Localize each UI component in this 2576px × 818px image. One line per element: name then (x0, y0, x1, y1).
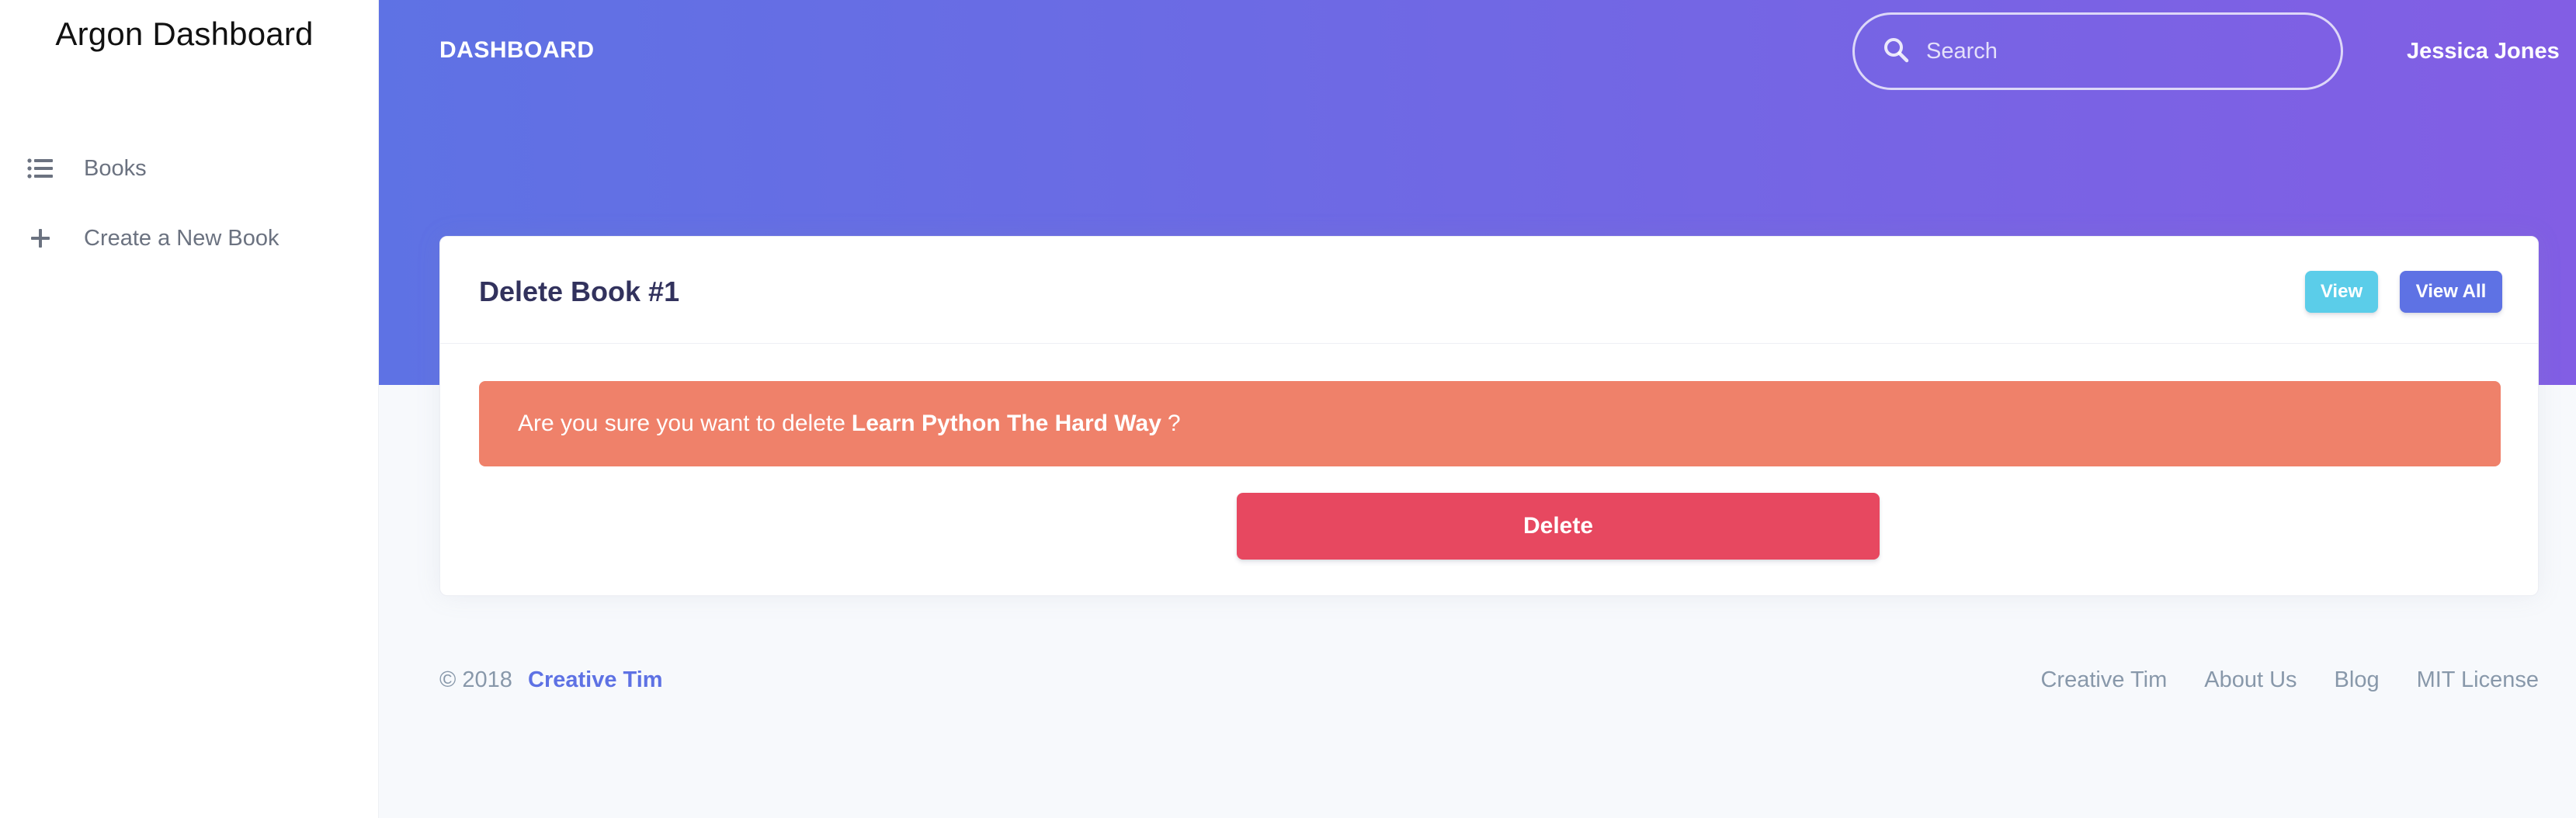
search-bar[interactable] (1852, 12, 2343, 90)
delete-book-card: Delete Book #1 View View All Are you sur… (439, 236, 2539, 596)
book-title: Learn Python The Hard Way (851, 411, 1161, 436)
brand-logo[interactable]: Argon Dashboard (0, 16, 369, 53)
list-icon (25, 153, 56, 184)
main-content: DASHBOARD Jessica Jones Delete Book #1 V… (379, 0, 2576, 818)
footer-brand-link[interactable]: Creative Tim (528, 667, 663, 692)
view-button[interactable]: View (2305, 271, 2378, 313)
sidebar-item-label: Create a New Book (84, 225, 279, 251)
page-title[interactable]: DASHBOARD (439, 37, 595, 64)
search-input[interactable] (1926, 38, 2299, 64)
sidebar-item-create-book[interactable]: Create a New Book (25, 219, 279, 258)
footer-link-mit-license[interactable]: MIT License (2417, 667, 2539, 693)
alert-suffix: ? (1167, 411, 1181, 436)
footer-nav: Creative Tim About Us Blog MIT License (2003, 667, 2539, 693)
delete-button[interactable]: Delete (1237, 493, 1880, 560)
alert-prefix: Are you sure you want to delete (518, 411, 845, 436)
sidebar-item-label: Books (84, 155, 147, 181)
footer-copyright: © 2018 Creative Tim (439, 667, 663, 693)
search-icon (1883, 36, 1909, 67)
copyright-text: © 2018 (439, 667, 512, 692)
confirm-alert: Are you sure you want to delete Learn Py… (479, 381, 2501, 466)
card-title: Delete Book #1 (479, 276, 680, 307)
footer-link-blog[interactable]: Blog (2335, 667, 2380, 693)
view-all-button[interactable]: View All (2400, 271, 2502, 313)
sidebar: Argon Dashboard Books Create a New Book (0, 0, 379, 818)
user-menu[interactable]: Jessica Jones (2407, 39, 2560, 64)
footer-link-about-us[interactable]: About Us (2204, 667, 2297, 693)
card-header: Delete Book #1 View View All (440, 237, 2538, 344)
plus-icon (25, 223, 56, 254)
sidebar-item-books[interactable]: Books (25, 149, 147, 188)
footer-link-creative-tim[interactable]: Creative Tim (2040, 667, 2167, 693)
